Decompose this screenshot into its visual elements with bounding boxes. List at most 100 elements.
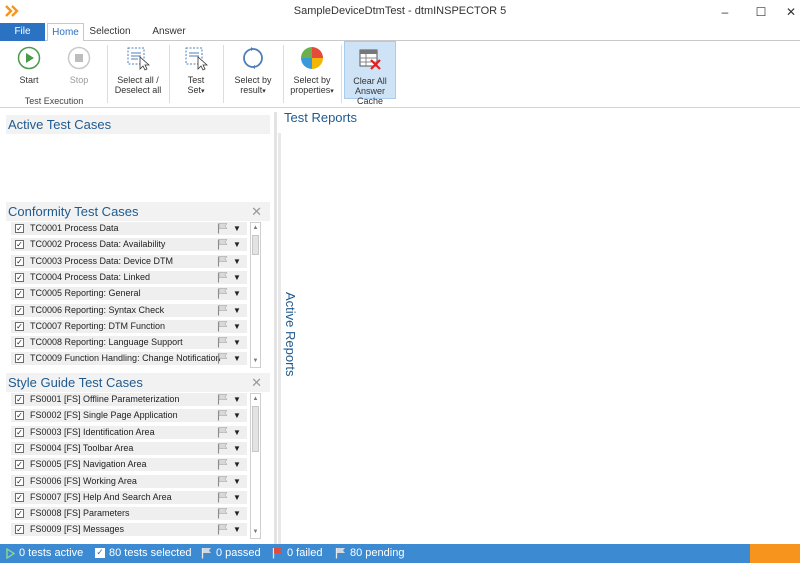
list-item[interactable]: ✓ TC0001 Process Data ▼	[11, 222, 247, 235]
flag-icon[interactable]	[217, 475, 228, 487]
list-item[interactable]: ✓ FS0008 [FS] Parameters ▼	[11, 507, 247, 521]
checkbox[interactable]: ✓	[15, 256, 24, 266]
list-item[interactable]: ✓ TC0006 Reporting: Syntax Check ▼	[11, 303, 247, 317]
maximize-button[interactable]: ☐	[746, 0, 776, 23]
list-item[interactable]: ✓ TC0004 Process Data: Linked ▼	[11, 270, 247, 284]
chevron-down-icon[interactable]: ▼	[233, 458, 241, 471]
checkbox[interactable]: ✓	[15, 476, 24, 486]
chevron-down-icon[interactable]: ▼	[233, 393, 241, 406]
checkbox[interactable]: ✓	[15, 354, 24, 364]
list-item[interactable]: ✓ FS0007 [FS] Help And Search Area ▼	[11, 490, 247, 504]
checkbox[interactable]: ✓	[15, 427, 24, 437]
chevron-down-icon[interactable]: ▼	[233, 475, 241, 488]
list-item[interactable]: ✓ FS0002 [FS] Single Page Application ▼	[11, 409, 247, 423]
checkbox[interactable]: ✓	[15, 272, 24, 282]
tab-answer-cache[interactable]: Answer Cache	[138, 23, 200, 54]
list-item[interactable]: ✓ FS0004 [FS] Toolbar Area ▼	[11, 441, 247, 455]
flag-icon[interactable]	[217, 459, 228, 470]
flag-icon[interactable]	[217, 272, 228, 283]
flag-icon[interactable]	[217, 492, 228, 503]
conformity-scrollbar[interactable]: ▲ ▼	[250, 222, 261, 368]
chevron-down-icon[interactable]: ▼	[233, 271, 241, 284]
flag-icon[interactable]	[217, 410, 228, 421]
style-guide-scrollbar[interactable]: ▲ ▼	[250, 393, 261, 539]
list-item[interactable]: ✓ TC0003 Process Data: Device DTM ▼	[11, 254, 247, 268]
checkbox[interactable]: ✓	[15, 321, 24, 331]
scroll-down-icon[interactable]: ▼	[251, 356, 260, 367]
flag-icon[interactable]	[217, 288, 228, 299]
list-item[interactable]: ✓ TC0007 Reporting: DTM Function ▼	[11, 319, 247, 333]
checkbox[interactable]: ✓	[15, 509, 24, 519]
chevron-down-icon[interactable]: ▼	[233, 442, 241, 455]
checkbox[interactable]: ✓	[15, 492, 24, 502]
checkbox[interactable]: ✓	[15, 443, 24, 453]
scroll-thumb[interactable]	[252, 235, 259, 255]
checkbox[interactable]: ✓	[15, 525, 24, 535]
list-item[interactable]: ✓ FS0009 [FS] Messages ▼	[11, 523, 247, 537]
checkbox[interactable]: ✓	[15, 338, 24, 348]
active-reports-tab[interactable]: Active Reports	[282, 292, 298, 382]
scroll-down-icon[interactable]: ▼	[251, 527, 260, 538]
list-item[interactable]: ✓ FS0001 [FS] Offline Parameterization ▼	[11, 393, 247, 406]
chevron-down-icon[interactable]: ▼	[233, 287, 241, 300]
chevron-down-icon[interactable]: ▼	[233, 222, 241, 235]
flag-icon[interactable]	[217, 255, 228, 267]
chevron-down-icon[interactable]: ▼	[233, 507, 241, 520]
chevron-down-icon[interactable]: ▼	[233, 352, 241, 365]
list-item[interactable]: ✓ FS0003 [FS] Identification Area ▼	[11, 425, 247, 439]
flag-icon[interactable]	[217, 304, 228, 316]
close-icon[interactable]: ✕	[251, 202, 262, 221]
chevron-down-icon[interactable]: ▼	[233, 255, 241, 268]
chevron-down-icon[interactable]: ▼	[233, 523, 241, 536]
select-by-result-button[interactable]: Select by result▾	[230, 41, 276, 99]
chevron-down-icon[interactable]: ▼	[233, 238, 241, 251]
flag-icon[interactable]	[217, 321, 228, 332]
checkbox[interactable]: ✓	[15, 240, 24, 250]
list-item[interactable]: ✓ FS0006 [FS] Working Area ▼	[11, 474, 247, 488]
select-by-properties-button[interactable]: Select by properties▾	[288, 41, 336, 99]
flag-icon[interactable]	[217, 353, 228, 364]
flag-icon[interactable]	[217, 508, 228, 519]
scroll-up-icon[interactable]: ▲	[251, 394, 260, 405]
flag-icon[interactable]	[217, 337, 228, 348]
scroll-thumb[interactable]	[252, 406, 259, 452]
close-icon[interactable]: ✕	[251, 373, 262, 392]
checkbox[interactable]: ✓	[15, 395, 24, 404]
checkbox[interactable]: ✓	[15, 411, 24, 421]
chevron-down-icon[interactable]: ▼	[233, 304, 241, 317]
clear-answer-cache-button[interactable]: Clear All Answer Cache	[344, 41, 396, 106]
list-item[interactable]: ✓ TC0008 Reporting: Language Support ▼	[11, 336, 247, 350]
stop-button[interactable]: Stop	[58, 41, 100, 99]
ribbon-separator	[169, 45, 170, 103]
scroll-up-icon[interactable]: ▲	[251, 223, 260, 234]
list-item[interactable]: ✓ TC0005 Reporting: General ▼	[11, 287, 247, 301]
list-item[interactable]: ✓ TC0002 Process Data: Availability ▼	[11, 238, 247, 252]
checkbox[interactable]: ✓	[15, 224, 24, 233]
select-all-button[interactable]: Select all / Deselect all	[113, 41, 163, 99]
tab-selection[interactable]: Selection	[88, 23, 132, 41]
chevron-down-icon[interactable]: ▼	[233, 491, 241, 504]
minimize-button[interactable]: –	[710, 0, 740, 23]
flag-icon[interactable]	[217, 223, 228, 234]
flag-icon[interactable]	[217, 524, 228, 535]
checkbox[interactable]: ✓	[15, 460, 24, 470]
panel-splitter[interactable]	[274, 112, 277, 544]
list-item[interactable]: ✓ FS0005 [FS] Navigation Area ▼	[11, 458, 247, 472]
flag-icon[interactable]	[217, 426, 228, 438]
file-tab[interactable]: File	[0, 23, 45, 41]
test-set-button[interactable]: Test Set▾	[176, 41, 216, 99]
checkbox[interactable]: ✓	[15, 289, 24, 299]
tab-home[interactable]: Home	[47, 23, 84, 42]
checkbox[interactable]: ✓	[15, 305, 24, 315]
chevron-down-icon[interactable]: ▼	[233, 336, 241, 349]
test-case-label: FS0003 [FS] Identification Area	[30, 426, 155, 437]
list-item[interactable]: ✓ TC0009 Function Handling: Change Notifi…	[11, 352, 247, 366]
chevron-down-icon[interactable]: ▼	[233, 320, 241, 333]
chevron-down-icon[interactable]: ▼	[233, 409, 241, 422]
chevron-down-icon[interactable]: ▼	[233, 426, 241, 439]
flag-icon[interactable]	[217, 443, 228, 454]
flag-icon[interactable]	[217, 239, 228, 250]
close-button[interactable]: ✕	[776, 0, 800, 23]
flag-icon[interactable]	[217, 394, 228, 405]
start-button[interactable]: Start	[8, 41, 50, 99]
